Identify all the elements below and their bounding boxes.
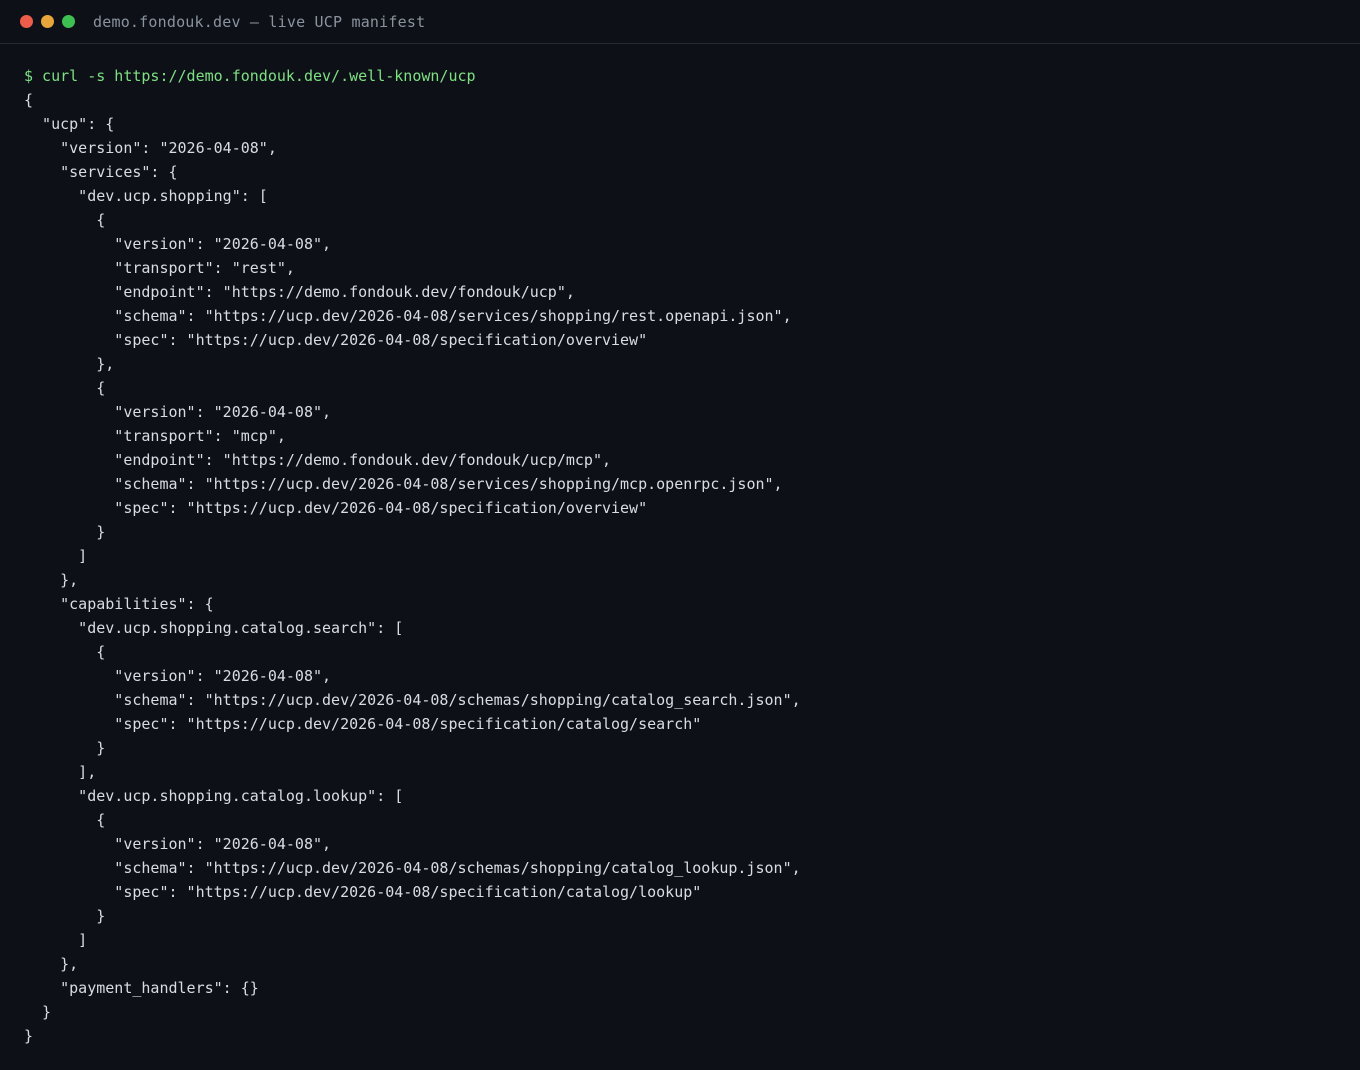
title-bar: demo.fondouk.dev — live UCP manifest	[0, 0, 1360, 44]
maximize-window-button[interactable]	[62, 15, 75, 28]
window-title: demo.fondouk.dev — live UCP manifest	[93, 12, 426, 31]
close-window-button[interactable]	[20, 15, 33, 28]
command-output: { "ucp": { "version": "2026-04-08", "ser…	[24, 91, 801, 1045]
terminal-window: demo.fondouk.dev — live UCP manifest $ c…	[0, 0, 1360, 1070]
minimize-window-button[interactable]	[41, 15, 54, 28]
terminal-body[interactable]: $ curl -s https://demo.fondouk.dev/.well…	[0, 44, 1360, 1048]
command-line: $ curl -s https://demo.fondouk.dev/.well…	[24, 67, 476, 85]
